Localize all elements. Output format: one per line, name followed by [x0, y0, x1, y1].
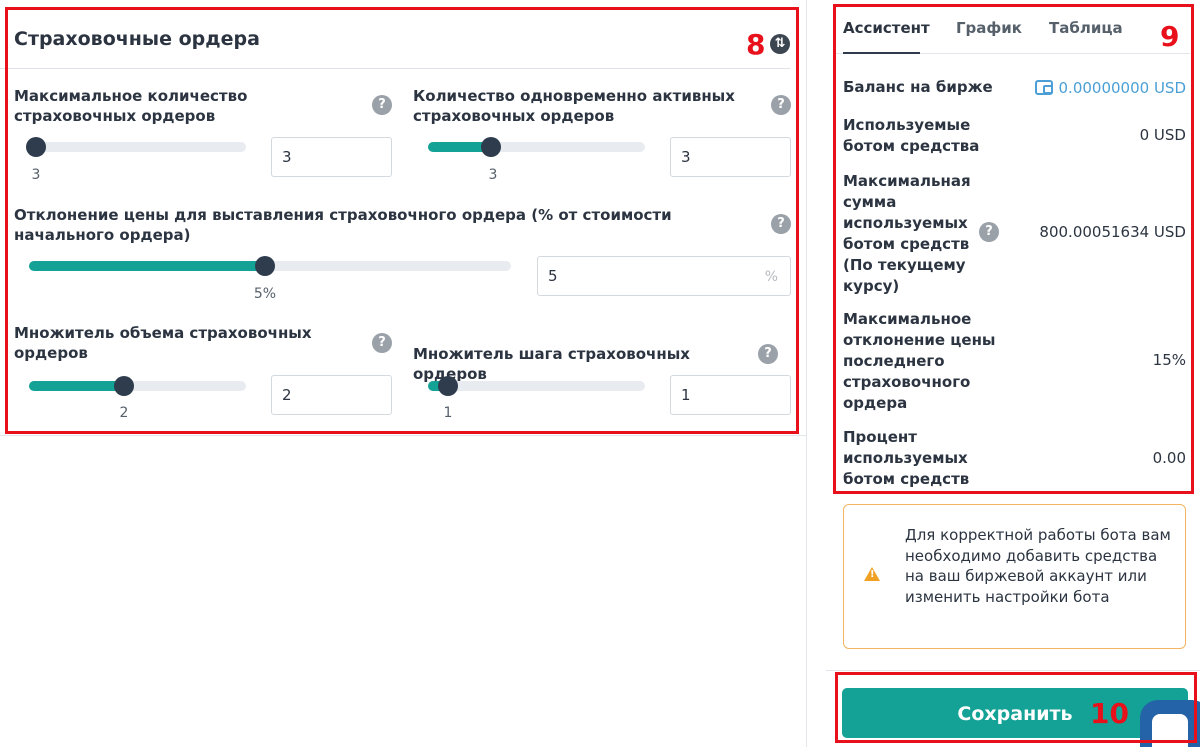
warning-icon: ! [864, 567, 880, 581]
annotation-box-8 [5, 7, 799, 434]
footer-divider [826, 670, 1200, 671]
annotation-number-9: 9 [1160, 20, 1180, 53]
annotation-number-8: 8 [746, 28, 766, 61]
annotation-number-10: 10 [1090, 697, 1129, 730]
panel-bottom-border [0, 435, 806, 436]
panel-right-border [806, 0, 807, 747]
warning-text: Для корректной работы бота вам необходим… [905, 526, 1171, 606]
annotation-box-9 [833, 4, 1194, 494]
annotation-box-10 [835, 672, 1197, 743]
